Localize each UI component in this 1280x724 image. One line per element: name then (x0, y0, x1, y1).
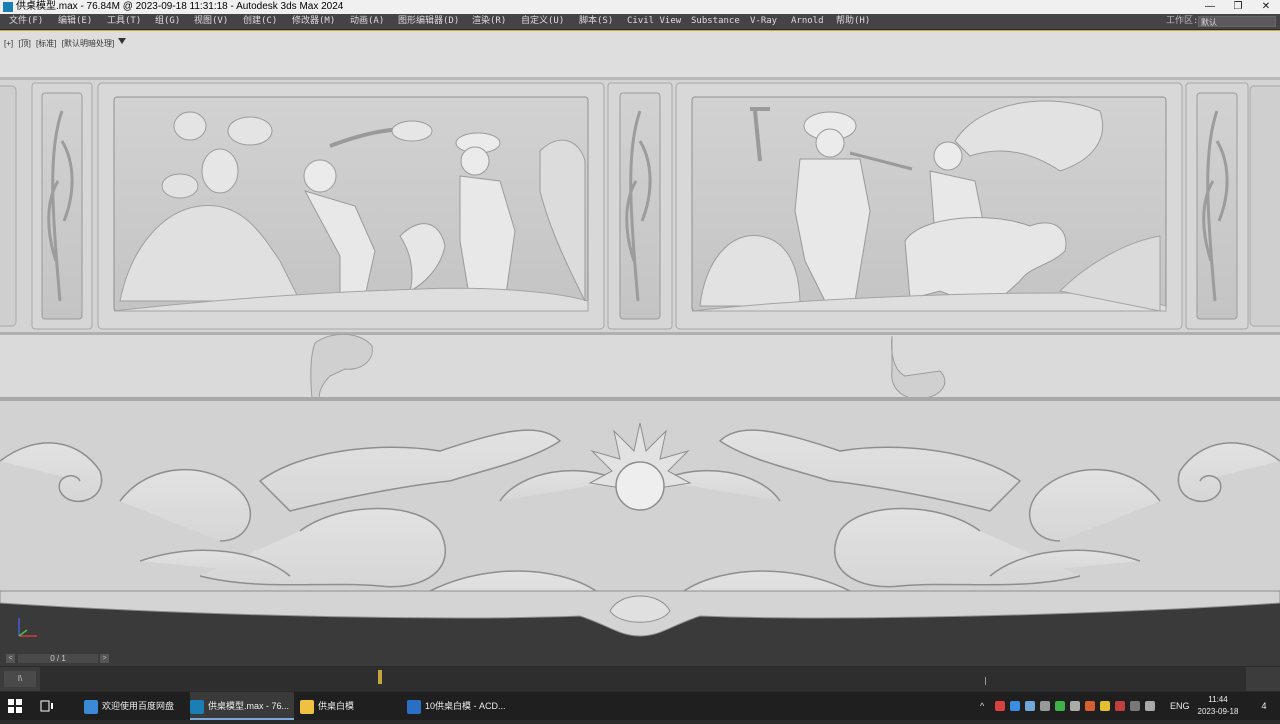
menu-arnold[interactable]: Arnold (791, 14, 824, 29)
filter-icon[interactable] (118, 38, 126, 44)
trackbar-timeline[interactable] (40, 667, 1246, 691)
menu-animation[interactable]: 动画(A) (350, 14, 384, 29)
clock-date: 2023-09-18 (1197, 707, 1239, 716)
taskbar-baidu-label: 欢迎使用百度网盘 (102, 701, 175, 711)
rail-edge (0, 77, 1280, 80)
menu-file[interactable]: 文件(F) (9, 14, 43, 29)
minimize-button[interactable]: — (1196, 0, 1224, 14)
menu-edit[interactable]: 编辑(E) (58, 14, 92, 29)
menu-vray[interactable]: V-Ray (750, 14, 777, 29)
menu-modifiers[interactable]: 修改器(M) (292, 14, 335, 29)
scene-panel-right (675, 82, 1183, 330)
tray-app-icon[interactable] (1025, 701, 1035, 711)
key-tick (985, 677, 986, 685)
taskbar-baidu[interactable]: 欢迎使用百度网盘 (84, 692, 184, 720)
taskbar-folder-label: 供桌白模 (318, 701, 355, 711)
menu-group[interactable]: 组(G) (155, 14, 180, 29)
acdsee-icon (407, 699, 421, 714)
volume-icon[interactable] (1145, 701, 1155, 711)
notification-button[interactable]: 4 (1254, 692, 1274, 720)
viewport[interactable]: [+] [顶] [标准] [默认明暗处理] (0, 30, 1280, 653)
carved-relief-model (0, 31, 1280, 652)
system-clock[interactable]: 11:44 2023-09-18 (1190, 694, 1246, 718)
menu-help[interactable]: 帮助(H) (836, 14, 870, 29)
tray-app-icon[interactable] (1010, 701, 1020, 711)
workspace-select[interactable]: 默认 (1198, 16, 1276, 27)
close-button[interactable]: ✕ (1252, 0, 1280, 14)
menu-view[interactable]: 视图(V) (194, 14, 228, 29)
folder-icon (300, 699, 314, 714)
viewport-label-view[interactable]: [顶] (18, 39, 30, 48)
baidu-netdisk-icon (84, 699, 98, 714)
track-bar: I\ (0, 667, 1280, 691)
band-edge-bottom (0, 397, 1280, 401)
tray-app-icon[interactable] (995, 701, 1005, 711)
tray-app-icon[interactable] (1070, 701, 1080, 711)
menu-graph-editors[interactable]: 图形编辑器(D) (398, 14, 459, 29)
prev-frame-button[interactable]: < (6, 654, 15, 663)
viewport-label[interactable]: [+] [顶] [标准] [默认明暗处理] (4, 38, 117, 49)
microphone-icon[interactable] (1040, 701, 1050, 711)
taskbar-3dsmax-label: 供桌模型.max - 76... (208, 701, 290, 711)
windows-logo-icon (8, 699, 22, 713)
plain-band (0, 335, 1280, 397)
menu-tools[interactable]: 工具(T) (107, 14, 141, 29)
task-view-button[interactable] (40, 692, 56, 720)
language-indicator[interactable]: ENG (1170, 692, 1190, 720)
app-icon (3, 2, 13, 12)
menu-scripting[interactable]: 脚本(S) (579, 14, 613, 29)
menu-bar: 文件(F) 编辑(E) 工具(T) 组(G) 视图(V) 创建(C) 修改器(M… (0, 14, 1280, 29)
axis-gizmo-icon (18, 618, 37, 637)
taskbar-3dsmax[interactable]: 供桌模型.max - 76... (190, 692, 294, 720)
band-edge-top (0, 332, 1280, 335)
frame-marker[interactable] (378, 670, 382, 684)
menu-civil-view[interactable]: Civil View (627, 14, 681, 29)
taskbar-folder[interactable]: 供桌白模 (300, 692, 400, 720)
tray-overflow-icon[interactable]: ^ (980, 692, 990, 720)
network-icon[interactable] (1130, 701, 1140, 711)
windows-taskbar: 欢迎使用百度网盘 供桌模型.max - 76... 供桌白模 10供桌白模 - … (0, 692, 1280, 720)
restore-button[interactable]: ❐ (1224, 0, 1252, 14)
notification-count: 4 (1261, 701, 1267, 711)
viewport-label-shading[interactable]: [默认明暗处理] (62, 39, 114, 48)
window-title: 供桌模型.max - 76.84M @ 2023-09-18 11:31:18 … (16, 1, 344, 12)
tray-app-icon[interactable] (1115, 701, 1125, 711)
menu-rendering[interactable]: 渲染(R) (472, 14, 506, 29)
title-bar: 供桌模型.max - 76.84M @ 2023-09-18 11:31:18 … (0, 0, 1280, 14)
time-slider-bar: < 0 / 1 > (0, 652, 1280, 666)
menu-customize[interactable]: 自定义(U) (521, 14, 564, 29)
viewport-label-plus[interactable]: [+] (4, 39, 13, 48)
menu-create[interactable]: 创建(C) (243, 14, 277, 29)
wechat-icon[interactable] (1055, 701, 1065, 711)
next-frame-button[interactable]: > (100, 654, 109, 663)
3dsmax-icon (190, 699, 204, 714)
scene-panel-left (97, 82, 605, 330)
tray-app-icon[interactable] (1100, 701, 1110, 711)
menu-substance[interactable]: Substance (691, 14, 740, 29)
taskbar-acdsee[interactable]: 10供桌白模 - ACD... (407, 692, 507, 720)
key-mode-toggle[interactable]: I\ (4, 671, 36, 687)
top-rail (0, 31, 1280, 77)
task-view-icon (40, 700, 53, 712)
tray-app-icon[interactable] (1085, 701, 1095, 711)
taskbar-acdsee-label: 10供桌白模 - ACD... (425, 701, 506, 711)
time-slider[interactable]: 0 / 1 (18, 654, 98, 663)
viewport-label-standard[interactable]: [标准] (36, 39, 56, 48)
clock-time: 11:44 (1208, 695, 1228, 704)
start-button[interactable] (8, 692, 28, 720)
workspace-label: 工作区: (1166, 16, 1199, 26)
